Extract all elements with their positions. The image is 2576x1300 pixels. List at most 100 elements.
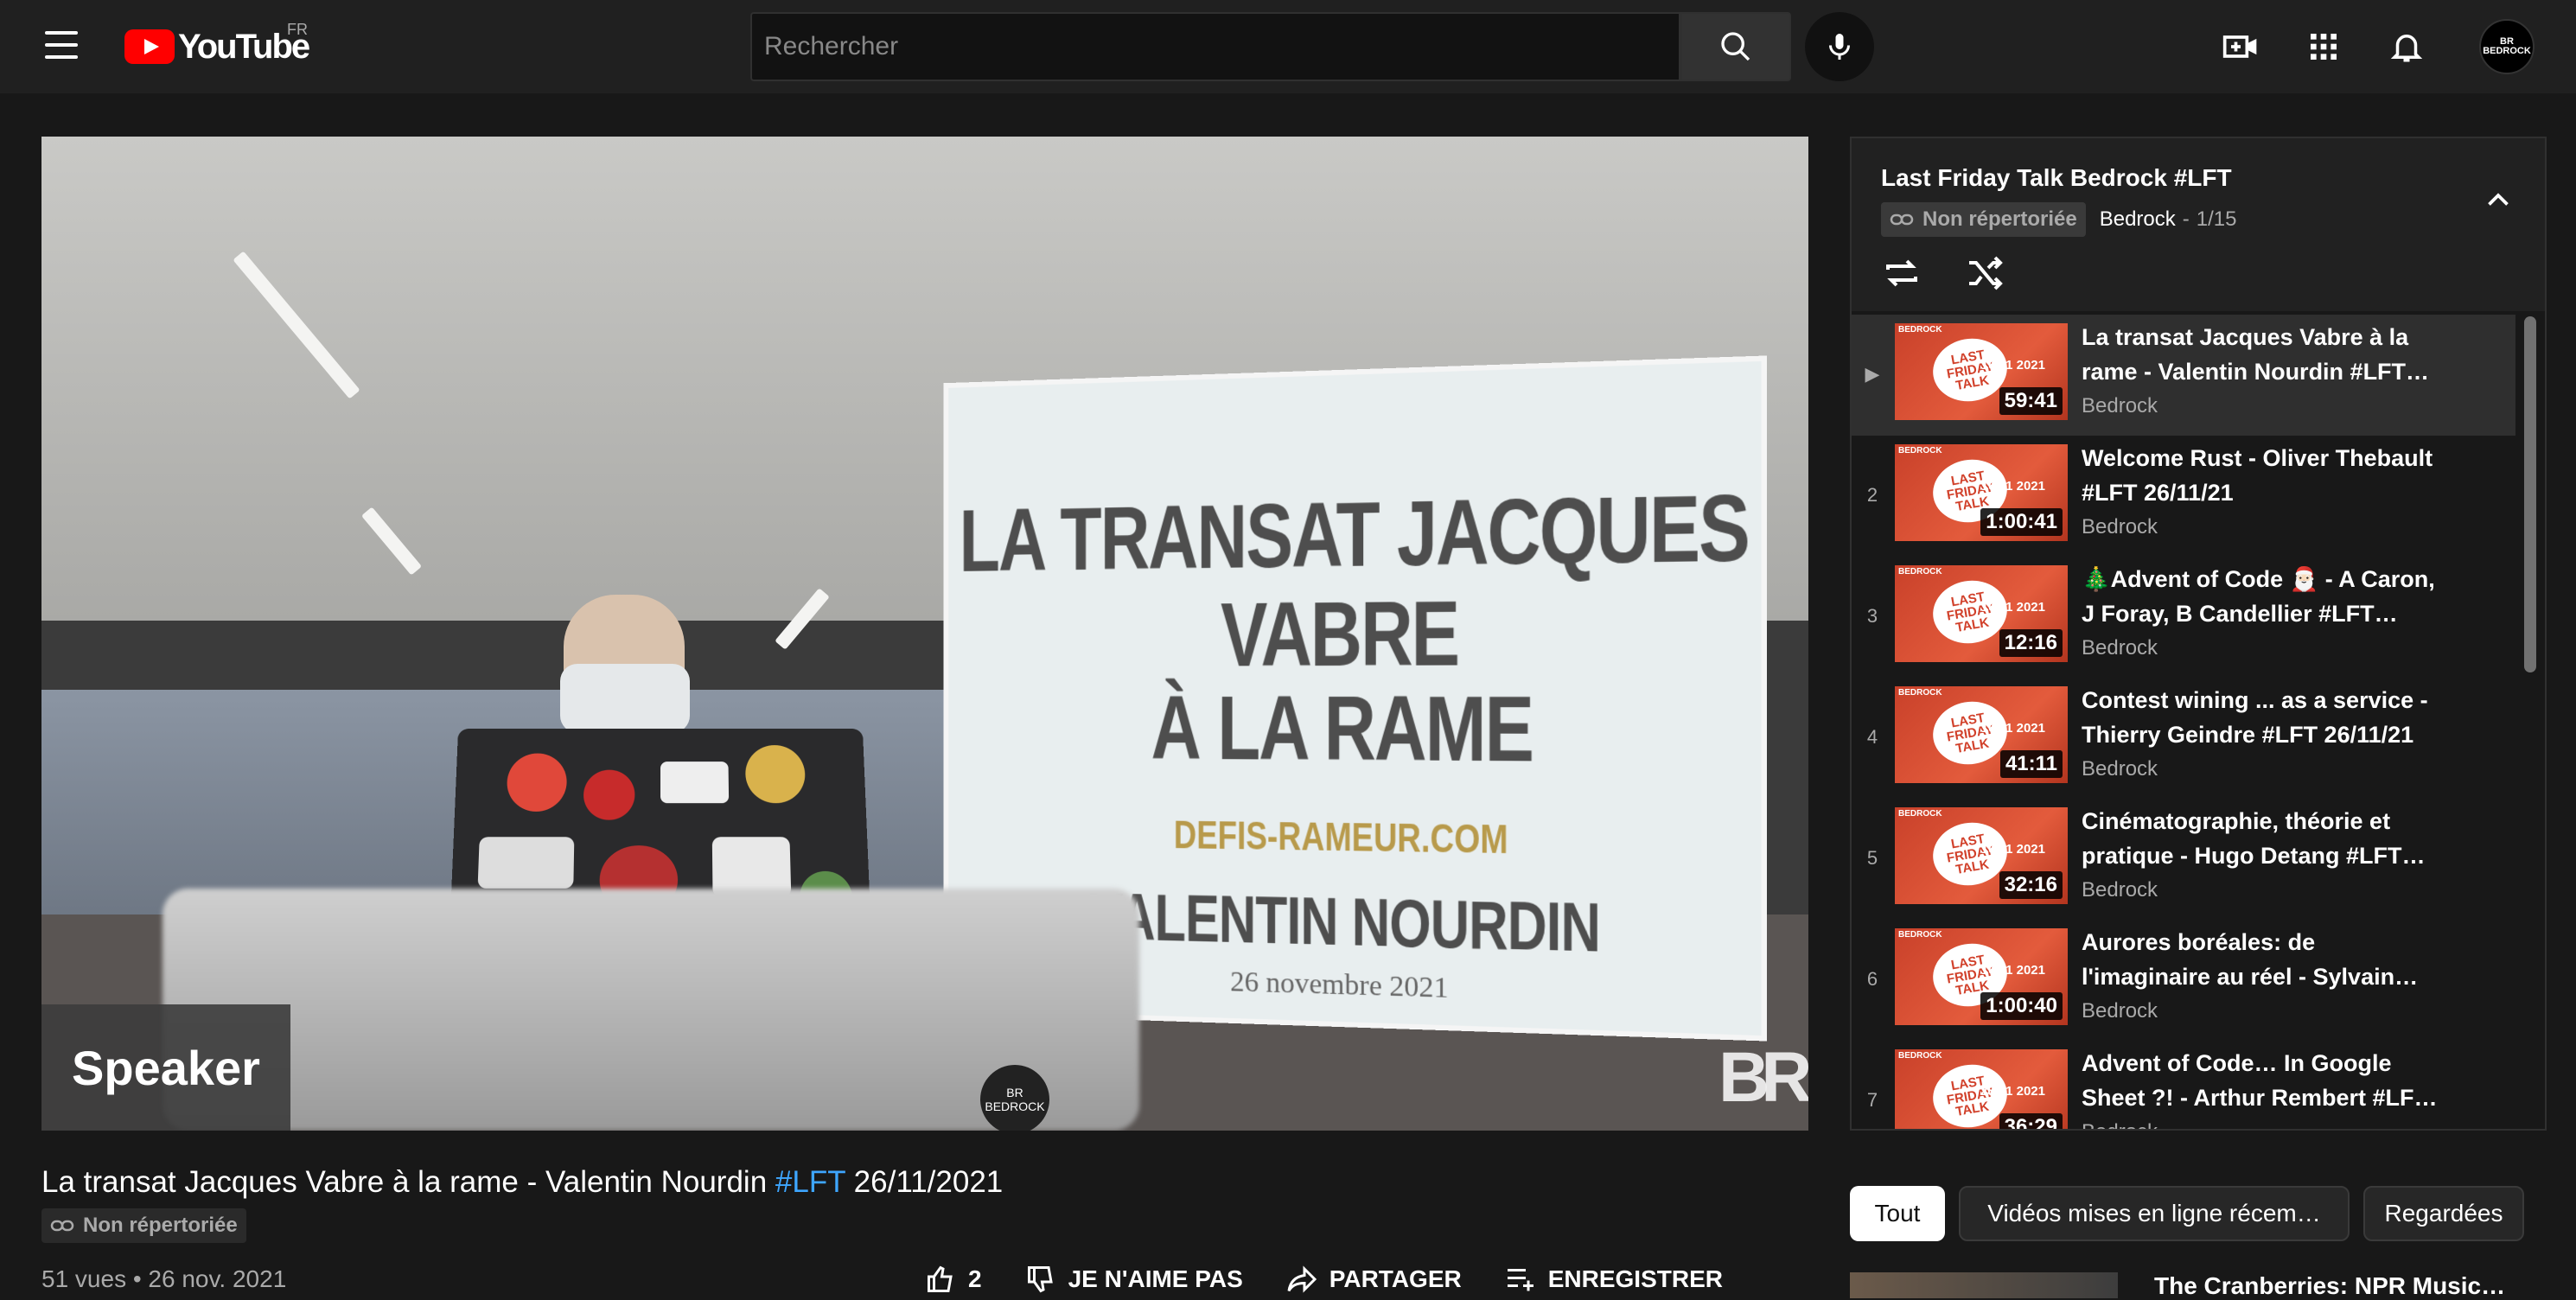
search-icon [1718,29,1753,64]
video-duration: 1:00:40 [1980,992,2063,1020]
playlist-item-text: Aurores boréales: de l'imaginaire au rée… [2082,925,2445,1023]
shuffle-icon[interactable] [1964,252,2005,298]
thumbnail-brand: BEDROCK [1898,930,1942,940]
video-actions: 2 JE N'AIME PAS PARTAGER ENREGISTRER [925,1264,1723,1295]
video-title: La transat Jacques Vabre à la rame - Val… [41,1165,1003,1200]
collapse-chevron-up-icon[interactable] [2483,185,2514,220]
playlist-item-channel[interactable]: Bedrock [2082,1120,2445,1131]
country-code: FR [287,21,308,39]
playlist-item[interactable]: 4 BEDROCK LAST FRIDAY TALK 16/11 2021 41… [1852,678,2545,799]
thumbs-up-icon [925,1264,956,1295]
slide-title-line1: LA TRANSAT JACQUES VABRE [948,475,1761,685]
bedrock-watermark: BR [1718,1037,1803,1118]
search-box [750,12,1680,81]
speaker-caption: Speaker [41,1004,290,1131]
playlist-item-title[interactable]: Advent of Code… In Google Sheet ?! - Art… [2082,1046,2445,1115]
playlist-item[interactable]: 5 BEDROCK LAST FRIDAY TALK 16/11 2021 32… [1852,799,2545,920]
playlist-item[interactable]: 2 BEDROCK LAST FRIDAY TALK 16/11 2021 1:… [1852,436,2545,557]
playlist-item-title[interactable]: Welcome Rust - Oliver Thebault #LFT 26/1… [2082,441,2445,510]
playlist-item-title[interactable]: 🎄Advent of Code 🎅🏻 - A Caron, J Foray, B… [2082,562,2445,631]
video-player[interactable]: LA TRANSAT JACQUES VABRE À LA RAME DEFIS… [41,137,1808,1131]
recommended-title[interactable]: The Cranberries: NPR Music… [2154,1272,2505,1300]
playlist-owner[interactable]: Bedrock [2100,207,2176,232]
playlist-item-text: Advent of Code… In Google Sheet ?! - Art… [2082,1046,2445,1131]
dislike-button[interactable]: JE N'AIME PAS [1025,1264,1243,1295]
search-input[interactable] [752,14,1679,80]
video-duration: 36:29 [1999,1113,2063,1131]
create-video-icon[interactable] [2220,26,2261,67]
save-button[interactable]: ENREGISTRER [1505,1264,1723,1295]
recommended-video[interactable]: The Cranberries: NPR Music… [1850,1272,2547,1298]
loop-playlist-icon[interactable] [1881,252,1922,298]
playlist-item-thumbnail[interactable]: BEDROCK LAST FRIDAY TALK 16/11 2021 12:1… [1895,565,2068,662]
thumbnail-date: 16/11 2021 [1981,842,2045,857]
bedrock-round-logo: BR BEDROCK [980,1065,1049,1131]
playlist-item-channel[interactable]: Bedrock [2082,636,2445,660]
video-title-date: 26/11/2021 [845,1165,1003,1199]
microphone-icon [1824,29,1855,64]
playlist-item-thumbnail[interactable]: BEDROCK LAST FRIDAY TALK 16/11 2021 32:1… [1895,807,2068,904]
slide-date: 26 novembre 2021 [1230,966,1449,1005]
playlist-item[interactable]: 3 BEDROCK LAST FRIDAY TALK 16/11 2021 12… [1852,557,2545,678]
playlist-item-channel[interactable]: Bedrock [2082,999,2445,1023]
thumbnail-date: 16/11 2021 [1981,963,2045,978]
playlist-item-title[interactable]: La transat Jacques Vabre à la rame - Val… [2082,320,2445,389]
top-bar: YouTube FR BR BEDROCK [0,0,2576,93]
chip-recent-uploads[interactable]: Vidéos mises en ligne récem… [1959,1186,2350,1241]
share-label: PARTAGER [1329,1265,1462,1293]
playlist-item[interactable]: 7 BEDROCK LAST FRIDAY TALK 28/01 2021 36… [1852,1041,2545,1131]
video-title-main: La transat Jacques Vabre à la rame - Val… [41,1165,775,1199]
playlist-item-index: 5 [1862,847,1883,870]
playlist-item-title[interactable]: Aurores boréales: de l'imaginaire au rée… [2082,925,2445,994]
thumbnail-brand: BEDROCK [1898,688,1942,698]
playlist-item-thumbnail[interactable]: BEDROCK LAST FRIDAY TALK 28/01 2021 36:2… [1895,1049,2068,1131]
playlist-item-index: 7 [1862,1089,1883,1112]
menu-icon[interactable] [45,31,78,59]
like-count: 2 [968,1265,982,1293]
playlist-items: ▶ BEDROCK LAST FRIDAY TALK 16/11 2021 59… [1852,315,2545,1131]
dislike-label: JE N'AIME PAS [1068,1265,1243,1293]
playlist-scrollbar[interactable] [2524,316,2536,672]
speaker-caption-text: Speaker [72,1040,260,1096]
playlist-unlisted-badge: Non répertoriée [1881,202,2086,237]
share-button[interactable]: PARTAGER [1286,1264,1462,1295]
search-button[interactable] [1680,12,1791,81]
video-duration: 41:11 [2000,750,2063,778]
voice-search-button[interactable] [1805,12,1874,81]
play-logo-icon [124,29,175,64]
playlist-item-thumbnail[interactable]: BEDROCK LAST FRIDAY TALK 16/11 2021 1:00… [1895,928,2068,1025]
playlist-item-text: Contest wining ... as a service - Thierr… [2082,683,2445,781]
youtube-logo[interactable]: YouTube [124,26,309,67]
apps-grid-icon[interactable] [2303,26,2344,67]
playlist-item-channel[interactable]: Bedrock [2082,757,2445,781]
playlist-item-thumbnail[interactable]: BEDROCK LAST FRIDAY TALK 16/11 2021 59:4… [1895,323,2068,420]
playlist-item[interactable]: ▶ BEDROCK LAST FRIDAY TALK 16/11 2021 59… [1852,315,2515,436]
recommended-thumbnail[interactable] [1850,1272,2118,1298]
chip-watched[interactable]: Regardées [2363,1186,2524,1241]
playlist-item-index: 6 [1862,968,1883,991]
playlist-position: 1/15 [2197,207,2237,232]
playlist-item-thumbnail[interactable]: BEDROCK LAST FRIDAY TALK 16/11 2021 1:00… [1895,444,2068,541]
playlist-item-title[interactable]: Cinématographie, théorie et pratique - H… [2082,804,2445,873]
playlist-item-thumbnail[interactable]: BEDROCK LAST FRIDAY TALK 16/11 2021 41:1… [1895,686,2068,783]
playlist-item[interactable]: 6 BEDROCK LAST FRIDAY TALK 16/11 2021 1:… [1852,920,2545,1041]
video-hashtag-link[interactable]: #LFT [775,1165,845,1199]
account-avatar[interactable]: BR BEDROCK [2479,19,2535,74]
save-label: ENREGISTRER [1548,1265,1723,1293]
notifications-bell-icon[interactable] [2386,26,2427,67]
playlist-panel: Last Friday Talk Bedrock #LFT Non répert… [1850,137,2547,1131]
like-button[interactable]: 2 [925,1264,982,1295]
link-icon [1890,213,1914,226]
link-icon [50,1219,74,1233]
video-duration: 59:41 [1999,387,2063,415]
chip-all[interactable]: Tout [1850,1186,1945,1241]
playlist-item-channel[interactable]: Bedrock [2082,515,2445,539]
playlist-item-channel[interactable]: Bedrock [2082,878,2445,902]
playlist-item-title[interactable]: Contest wining ... as a service - Thierr… [2082,683,2445,752]
unlisted-badge-text: Non répertoriée [83,1214,238,1238]
video-duration: 32:16 [1999,871,2063,899]
playlist-item-text: Cinématographie, théorie et pratique - H… [2082,804,2445,902]
view-count-date: 51 vues • 26 nov. 2021 [41,1265,286,1293]
playlist-item-channel[interactable]: Bedrock [2082,394,2445,418]
playlist-title[interactable]: Last Friday Talk Bedrock #LFT [1881,164,2232,192]
